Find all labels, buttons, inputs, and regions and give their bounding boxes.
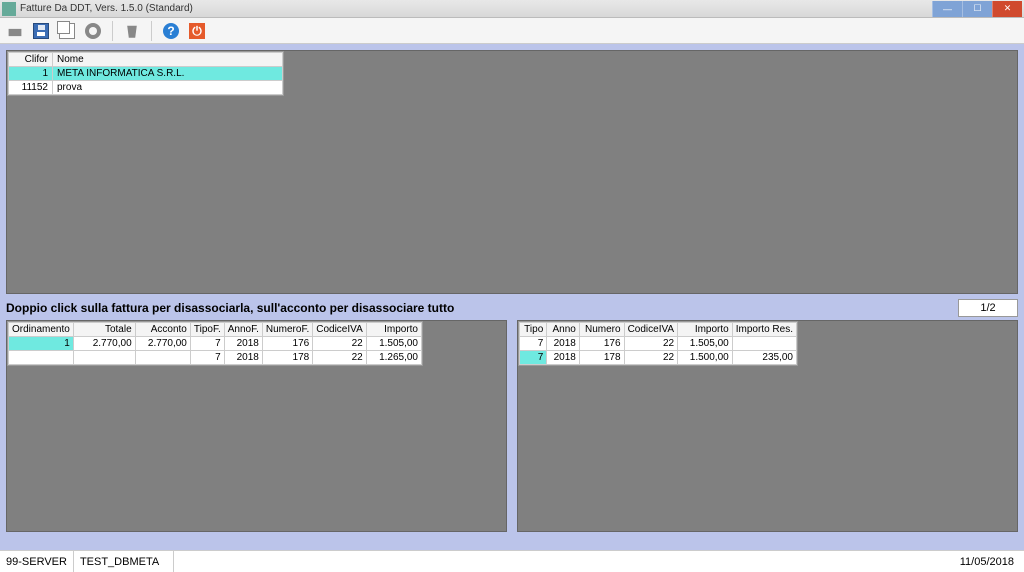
status-bar: 99-SERVER TEST_DBMETA 11/05/2018	[0, 550, 1024, 572]
col-header[interactable]: Acconto	[135, 323, 190, 337]
help-button[interactable]: ?	[160, 20, 182, 42]
minimize-button[interactable]: —	[932, 1, 962, 17]
col-header[interactable]: Numero	[579, 323, 624, 337]
left-grid-panel: OrdinamentoTotaleAccontoTipoF.AnnoF.Nume…	[6, 320, 507, 532]
copy-icon	[59, 23, 75, 39]
col-header[interactable]: Importo	[678, 323, 733, 337]
hint-text: Doppio click sulla fattura per disassoci…	[6, 301, 958, 315]
col-header[interactable]: Tipo	[520, 323, 547, 337]
toolbar-separator	[112, 21, 113, 41]
col-header[interactable]: Ordinamento	[9, 323, 74, 337]
details-grid[interactable]: TipoAnnoNumeroCodiceIVAImportoImporto Re…	[518, 321, 798, 366]
col-header[interactable]: TipoF.	[190, 323, 224, 337]
maximize-button[interactable]: ☐	[962, 1, 992, 17]
col-header[interactable]: NumeroF.	[262, 323, 312, 337]
col-header-clifor[interactable]: Clifor	[9, 53, 53, 67]
print-icon	[7, 23, 23, 39]
col-header[interactable]: Anno	[547, 323, 580, 337]
table-row[interactable]: 1META INFORMATICA S.R.L.	[9, 67, 283, 81]
save-icon	[33, 23, 49, 39]
titlebar: Fatture Da DDT, Vers. 1.5.0 (Standard) —…	[0, 0, 1024, 18]
table-row[interactable]: 72018178221.265,00	[9, 351, 422, 365]
right-grid-panel: TipoAnnoNumeroCodiceIVAImportoImporto Re…	[517, 320, 1018, 532]
delete-button[interactable]	[121, 20, 143, 42]
copy-button[interactable]	[56, 20, 78, 42]
mid-row: Doppio click sulla fattura per disassoci…	[6, 298, 1018, 318]
pager[interactable]: 1/2	[958, 299, 1018, 317]
col-header[interactable]: CodiceIVA	[624, 323, 678, 337]
app-icon	[2, 2, 16, 16]
help-icon: ?	[163, 23, 179, 39]
gear-icon	[85, 23, 101, 39]
power-icon: ⏻	[189, 23, 205, 39]
status-server: 99-SERVER	[0, 551, 74, 572]
print-button[interactable]	[4, 20, 26, 42]
col-header[interactable]: AnnoF.	[224, 323, 262, 337]
table-row[interactable]: 72018176221.505,00	[520, 337, 797, 351]
col-header[interactable]: Totale	[73, 323, 135, 337]
col-header[interactable]: Importo Res.	[732, 323, 796, 337]
table-row[interactable]: 12.770,002.770,0072018176221.505,00	[9, 337, 422, 351]
col-header-nome[interactable]: Nome	[53, 53, 283, 67]
status-db: TEST_DBMETA	[74, 551, 174, 572]
status-date: 11/05/2018	[950, 556, 1024, 568]
close-button[interactable]: ✕	[992, 1, 1022, 17]
save-button[interactable]	[30, 20, 52, 42]
lower-panels: OrdinamentoTotaleAccontoTipoF.AnnoF.Nume…	[6, 320, 1018, 532]
col-header[interactable]: CodiceIVA	[313, 323, 367, 337]
window-controls: — ☐ ✕	[932, 1, 1022, 17]
table-row[interactable]: 11152prova	[9, 81, 283, 95]
clients-table[interactable]: Clifor Nome 1META INFORMATICA S.R.L.1115…	[7, 51, 284, 96]
table-row[interactable]: 72018178221.500,00235,00	[520, 351, 797, 365]
toolbar: ? ⏻	[0, 18, 1024, 44]
exit-button[interactable]: ⏻	[186, 20, 208, 42]
clients-panel: Clifor Nome 1META INFORMATICA S.R.L.1115…	[6, 50, 1018, 294]
invoices-grid[interactable]: OrdinamentoTotaleAccontoTipoF.AnnoF.Nume…	[7, 321, 423, 366]
col-header[interactable]: Importo	[366, 323, 421, 337]
config-button[interactable]	[82, 20, 104, 42]
content-area: Clifor Nome 1META INFORMATICA S.R.L.1115…	[0, 44, 1024, 550]
trash-icon	[124, 23, 140, 39]
window-title: Fatture Da DDT, Vers. 1.5.0 (Standard)	[20, 3, 932, 14]
toolbar-separator	[151, 21, 152, 41]
